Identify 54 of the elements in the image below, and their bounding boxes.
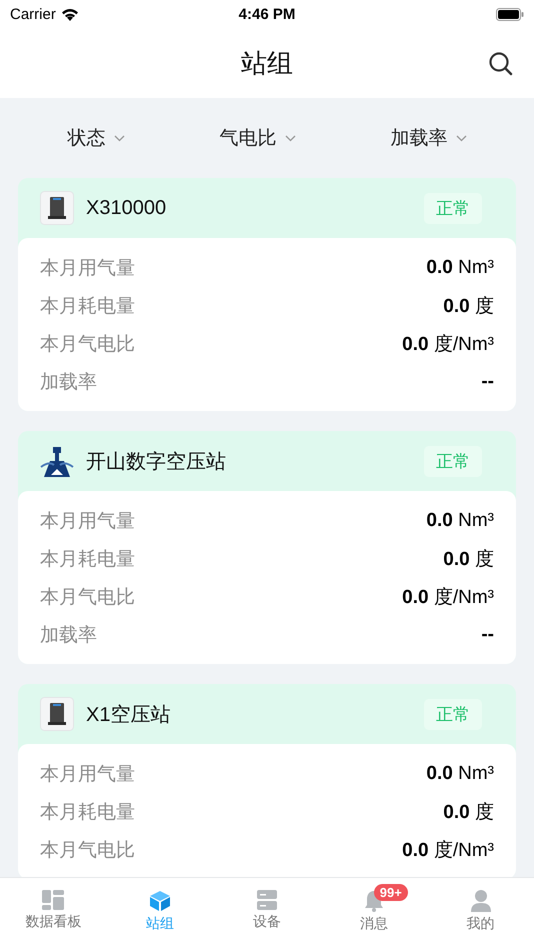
carrier-name: Carrier: [10, 6, 56, 22]
chevron-down-icon: [456, 134, 466, 142]
station-card[interactable]: 开山数字空压站 正常 本月用气量 0.0 Nm³ 本月耗电量 0.0 度 本月气电比 0.0 度/Nm³ 加载率 --: [18, 431, 516, 664]
metric-label: 本月耗电量: [40, 801, 135, 825]
status-tag: 正常: [424, 192, 482, 224]
chevron-down-icon: [114, 134, 124, 142]
person-icon: [470, 890, 491, 912]
metric-value: 0.0 Nm³: [426, 510, 494, 532]
metric-label: 本月气电比: [40, 333, 135, 357]
metric-label: 本月用气量: [40, 510, 135, 534]
tab-item[interactable]: 我的: [427, 878, 534, 950]
tab-item[interactable]: 消息 99+: [320, 878, 428, 950]
chevron-down-icon: [284, 134, 296, 142]
station-card[interactable]: X1空压站 正常 本月用气量 0.0 Nm³ 本月耗电量 0.0 度 本月气电比 0.0 度/Nm³: [18, 684, 516, 877]
server-tower-icon: [40, 697, 74, 731]
page-title: 站组: [241, 46, 293, 80]
metric-label: 本月用气量: [40, 763, 135, 787]
search-icon[interactable]: [488, 51, 514, 77]
station-name: X1空压站: [86, 702, 172, 728]
metric-value: 0.0 Nm³: [426, 257, 494, 279]
metric-label: 本月耗电量: [40, 548, 135, 572]
metric-value: 0.0 度/Nm³: [402, 333, 494, 357]
station-card[interactable]: X310000 正常 本月用气量 0.0 Nm³ 本月耗电量 0.0 度 本月气电比 0.0 度/Nm³ 加载率 --: [18, 178, 516, 411]
wifi-icon: [60, 8, 79, 20]
clock-time: 4:46 PM: [238, 6, 296, 22]
tab-item[interactable]: 数据看板: [0, 878, 107, 950]
station-name: 开山数字空压站: [86, 450, 227, 474]
metric-value: 0.0 度/Nm³: [402, 839, 494, 863]
count-badge: 99+: [374, 884, 408, 901]
dashboard-icon: [42, 890, 64, 910]
metric-value: 0.0 度/Nm³: [402, 586, 494, 610]
metric-label: 加载率: [40, 624, 97, 648]
filter-dropdown[interactable]: 状态: [68, 125, 124, 151]
status-tag: 正常: [424, 698, 482, 730]
metric-label: 本月气电比: [40, 586, 135, 610]
metric-value: 0.0 度: [443, 295, 494, 319]
filter-dropdown[interactable]: 气电比: [220, 125, 296, 151]
filter-dropdown[interactable]: 加载率: [390, 125, 466, 151]
status-tag: 正常: [424, 446, 482, 476]
metric-label: 本月气电比: [40, 839, 135, 863]
server-tower-icon: [40, 191, 74, 225]
metric-label: 加载率: [40, 371, 97, 395]
metric-label: 本月耗电量: [40, 295, 135, 319]
battery-icon: [496, 8, 524, 20]
metric-value: 0.0 度: [443, 548, 494, 572]
station-name: X310000: [86, 196, 168, 220]
tab-item[interactable]: 设备: [214, 878, 320, 950]
metric-value: 0.0 度: [443, 801, 494, 825]
metric-value: --: [481, 624, 494, 646]
metric-label: 本月用气量: [40, 257, 135, 281]
cube-icon: [149, 890, 172, 912]
metric-value: 0.0 Nm³: [426, 763, 494, 785]
metric-value: --: [481, 371, 494, 393]
server-icon: [256, 890, 277, 910]
